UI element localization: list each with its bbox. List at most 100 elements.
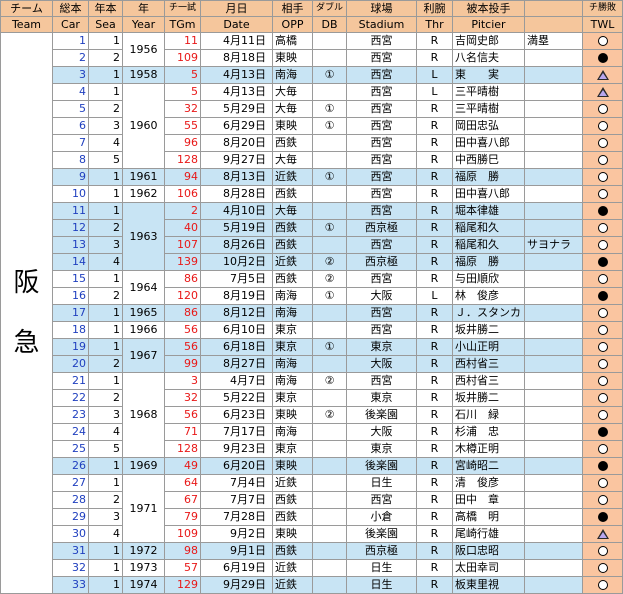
- throws-cell: R: [416, 389, 453, 407]
- team-game-cell: 129: [164, 576, 201, 594]
- throws-cell: R: [416, 406, 453, 424]
- throws-cell: R: [416, 304, 453, 322]
- table-row: 23 3 56 6月23日 東映 ② 後楽園 R 石川 緑: [1, 406, 623, 424]
- pitcher-cell: 稲尾和久: [452, 236, 525, 254]
- season-number-cell: 3: [88, 117, 123, 135]
- note-cell: [524, 185, 583, 203]
- date-cell: 8月13日: [200, 168, 273, 186]
- throws-cell: R: [416, 49, 453, 67]
- table-row: 10 1 1962 106 8月28日 西鉄 西宮 R 田中喜八郎: [1, 185, 623, 203]
- pitcher-cell: 岡田忠弘: [452, 117, 525, 135]
- team-game-cell: 64: [164, 474, 201, 492]
- year-cell: 1968: [122, 372, 165, 458]
- season-number-cell: 1: [88, 474, 123, 492]
- team-result-cell: [582, 372, 623, 390]
- table-row: 25 5 128 9月23日 東京 東京 R 木樽正明: [1, 440, 623, 458]
- career-number-cell: 5: [52, 100, 89, 118]
- note-cell: [524, 287, 583, 305]
- career-number-cell: 22: [52, 389, 89, 407]
- year-cell: 1961: [122, 168, 165, 186]
- date-cell: 6月10日: [200, 321, 273, 339]
- column-header: Team: [0, 16, 53, 33]
- pitcher-cell: 木樽正明: [452, 440, 525, 458]
- table-row: 6 3 55 6月29日 東映 ① 西宮 R 岡田忠弘: [1, 117, 623, 135]
- pitcher-cell: 三平晴樹: [452, 100, 525, 118]
- column-header: Stadium: [346, 16, 417, 33]
- season-number-cell: 4: [88, 525, 123, 543]
- note-cell: [524, 440, 583, 458]
- team-result-cell: [582, 474, 623, 492]
- loss-dot-icon: [597, 291, 608, 301]
- note-cell: [524, 423, 583, 441]
- career-number-cell: 8: [52, 151, 89, 169]
- doubleheader-cell: [312, 236, 347, 254]
- opponent-cell: 近鉄: [272, 253, 313, 271]
- pitcher-cell: 吉岡史郎: [452, 32, 525, 50]
- season-number-cell: 4: [88, 253, 123, 271]
- career-number-cell: 18: [52, 321, 89, 339]
- season-number-cell: 1: [88, 542, 123, 560]
- note-cell: 満塁: [524, 32, 583, 50]
- table-row: 26 1 1969 49 6月20日 東映 後楽園 R 宮崎昭二: [1, 457, 623, 475]
- stadium-cell: 西宮: [346, 49, 417, 67]
- date-cell: 6月18日: [200, 338, 273, 356]
- stadium-cell: 西宮: [346, 83, 417, 101]
- team-name-cell: 阪急: [0, 32, 53, 594]
- stadium-cell: 日生: [346, 474, 417, 492]
- team-result-cell: [582, 66, 623, 84]
- date-cell: 8月28日: [200, 185, 273, 203]
- team-game-cell: 94: [164, 168, 201, 186]
- opponent-cell: 東京: [272, 321, 313, 339]
- note-cell: [524, 270, 583, 288]
- stadium-cell: 西京極: [346, 253, 417, 271]
- team-game-cell: 3: [164, 372, 201, 390]
- pitcher-cell: 坂井勝二: [452, 389, 525, 407]
- doubleheader-cell: [312, 83, 347, 101]
- loss-dot-icon: [597, 206, 608, 216]
- doubleheader-cell: [312, 440, 347, 458]
- season-number-cell: 4: [88, 423, 123, 441]
- note-cell: [524, 321, 583, 339]
- stadium-cell: 西宮: [346, 134, 417, 152]
- team-game-cell: 67: [164, 491, 201, 509]
- table-row: 9 1 1961 94 8月13日 近鉄 ① 西宮 R 福原 勝: [1, 168, 623, 186]
- throws-cell: L: [416, 83, 453, 101]
- team-result-cell: [582, 270, 623, 288]
- throws-cell: R: [416, 338, 453, 356]
- career-number-cell: 13: [52, 236, 89, 254]
- team-result-cell: [582, 576, 623, 594]
- note-cell: [524, 474, 583, 492]
- note-cell: [524, 542, 583, 560]
- team-game-cell: 109: [164, 525, 201, 543]
- table-row: 27 1 1971 64 7月4日 近鉄 日生 R 清 俊彦: [1, 474, 623, 543]
- season-number-cell: 5: [88, 151, 123, 169]
- team-game-cell: 5: [164, 66, 201, 84]
- stadium-cell: 西宮: [346, 304, 417, 322]
- pitcher-cell: 坂井勝二: [452, 321, 525, 339]
- career-number-cell: 16: [52, 287, 89, 305]
- stadium-cell: 西宮: [346, 491, 417, 509]
- note-cell: [524, 253, 583, 271]
- note-cell: [524, 406, 583, 424]
- note-cell: [524, 219, 583, 237]
- doubleheader-cell: ①: [312, 219, 347, 237]
- stadium-cell: 西宮: [346, 168, 417, 186]
- stadium-cell: 東京: [346, 440, 417, 458]
- doubleheader-cell: [312, 321, 347, 339]
- column-header: Year: [122, 16, 165, 33]
- doubleheader-cell: ②: [312, 406, 347, 424]
- table-row: 14 4 139 10月2日 近鉄 ② 西京極 R 福原 勝: [1, 253, 623, 271]
- team-game-cell: 109: [164, 49, 201, 67]
- column-header: Thr: [416, 16, 453, 33]
- doubleheader-cell: [312, 508, 347, 526]
- win-circle-icon: [597, 36, 608, 46]
- date-cell: 7月17日: [200, 423, 273, 441]
- throws-cell: R: [416, 542, 453, 560]
- career-number-cell: 20: [52, 355, 89, 373]
- table-row: 阪急 1 1 1956 11 4月11日 高橋 西宮 R 吉岡史郎 満塁: [0, 32, 623, 594]
- team-name-char: 阪: [13, 268, 40, 298]
- note-cell: [524, 134, 583, 152]
- win-circle-icon: [597, 325, 608, 335]
- throws-cell: R: [416, 372, 453, 390]
- column-header: ダブル: [312, 0, 347, 17]
